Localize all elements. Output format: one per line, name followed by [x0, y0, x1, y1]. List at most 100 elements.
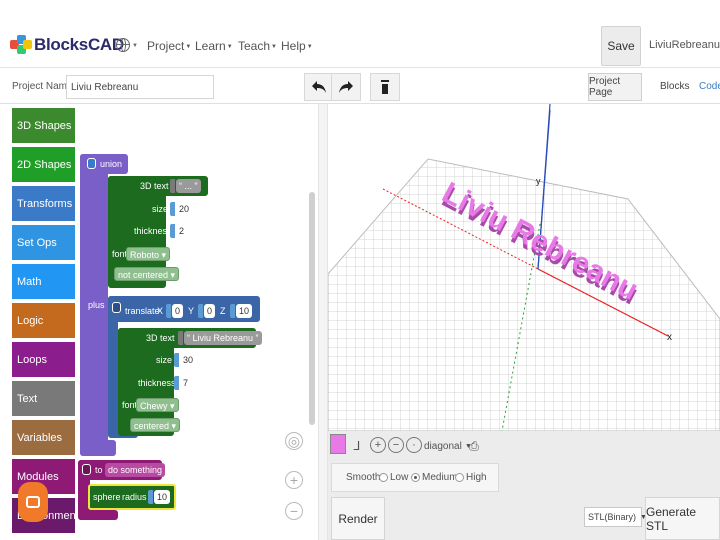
low-label: Low [390, 472, 409, 483]
format-select[interactable]: STL(Binary) ▼ [584, 507, 647, 527]
radio-low[interactable] [379, 473, 388, 482]
render-button[interactable]: Render [331, 497, 385, 540]
globe-icon[interactable] [116, 38, 130, 52]
undo-icon [312, 81, 326, 93]
mutator-icon[interactable] [112, 302, 121, 313]
screenshot-icon[interactable]: ⎙ [466, 435, 482, 457]
color-swatch[interactable] [330, 434, 346, 454]
category-variables[interactable]: Variables [12, 420, 75, 455]
redo-button[interactable] [331, 73, 361, 101]
view-dropdown[interactable]: diagonal ▼ [424, 435, 472, 457]
mutator-icon[interactable] [82, 464, 91, 475]
project-name-label: Project Name [12, 81, 73, 92]
zoom-in-icon[interactable]: + [370, 437, 386, 453]
category-math[interactable]: Math [12, 264, 75, 299]
category-loops[interactable]: Loops [12, 342, 75, 377]
size-label: size [156, 355, 173, 365]
project-page-button[interactable]: Project Page [588, 73, 642, 101]
font-label: font [112, 249, 128, 259]
zoom-out-icon[interactable]: − [285, 502, 303, 520]
text-input[interactable]: “ Liviu Rebreanu ” [184, 331, 262, 345]
nav-learn-label: Learn [195, 39, 226, 53]
number-socket [148, 490, 153, 504]
panel-divider[interactable] [318, 104, 328, 540]
radius-label: radius [122, 492, 147, 502]
module-to-label: to [95, 465, 103, 475]
module-block-footer [78, 510, 118, 520]
size-input[interactable]: 20 [176, 202, 193, 216]
module-name-input[interactable]: do something [105, 463, 166, 477]
viewer-canvas: Liviu Rebreanu Liviu Rebreanu x y [328, 104, 720, 431]
radius-input[interactable]: 10 [154, 490, 171, 504]
text-value: Liviu Rebreanu [192, 333, 254, 343]
thickness-input[interactable]: 7 [180, 376, 192, 390]
nav-help[interactable]: Help▼ [281, 39, 313, 53]
view-label: diagonal [424, 440, 462, 452]
number-socket [174, 353, 179, 367]
chat-icon[interactable] [18, 482, 48, 522]
thickness-input[interactable]: 2 [176, 224, 188, 238]
translate-label: translate [125, 306, 160, 316]
thickness-label: thickness [134, 226, 172, 236]
mutator-icon[interactable] [87, 158, 96, 169]
font-value: Roboto [130, 250, 160, 260]
font-dropdown[interactable]: Chewy ▾ [136, 398, 179, 412]
logo-cubes-icon [10, 35, 32, 55]
align-dropdown[interactable]: centered ▾ [130, 418, 181, 432]
tab-blocks[interactable]: Blocks [660, 81, 689, 92]
font-dropdown[interactable]: Roboto ▾ [126, 247, 171, 261]
radio-medium[interactable] [411, 473, 420, 482]
category-set-ops[interactable]: Set Ops [12, 225, 75, 260]
3d-viewer[interactable]: Liviu Rebreanu Liviu Rebreanu x y [328, 104, 720, 431]
tab-code[interactable]: Code [699, 81, 720, 92]
caret-down-icon: ▼ [132, 43, 138, 49]
medium-label: Medium [422, 472, 458, 483]
z-input[interactable]: 10 [236, 304, 253, 318]
align-dropdown[interactable]: not centered ▾ [114, 267, 180, 281]
smooth-label: Smooth [346, 472, 381, 483]
redo-icon [339, 81, 353, 93]
size-input[interactable]: 30 [180, 353, 197, 367]
nav-project[interactable]: Project▼ [147, 39, 191, 53]
number-socket [170, 224, 175, 238]
recenter-icon[interactable]: ◎ [285, 432, 303, 450]
text-input[interactable]: “ ... ” [176, 179, 201, 193]
project-name-input[interactable] [66, 75, 214, 99]
number-socket [166, 304, 171, 318]
delete-button[interactable] [370, 73, 400, 101]
align-value: centered [134, 421, 170, 431]
y-input[interactable]: 0 [204, 304, 216, 318]
category-2d-shapes[interactable]: 2D Shapes [12, 147, 75, 182]
category-3d-shapes[interactable]: 3D Shapes [12, 108, 75, 143]
nav-learn[interactable]: Learn▼ [195, 39, 233, 53]
user-menu[interactable]: LiviuRebreanu▼ [649, 39, 720, 51]
target-icon[interactable]: · [406, 437, 422, 453]
blockscad-logo[interactable]: BlocksCAD [10, 30, 124, 60]
axes-toggle-icon[interactable]: ⅃ [348, 435, 366, 457]
category-transforms[interactable]: Transforms [12, 186, 75, 221]
union-label: union [100, 159, 123, 169]
caret-down-icon: ▼ [271, 43, 277, 50]
zoom-out-icon[interactable]: − [388, 437, 404, 453]
caret-down-icon: ▼ [185, 43, 192, 50]
font-label: font [122, 400, 138, 410]
nav-teach[interactable]: Teach▼ [238, 39, 277, 53]
category-text[interactable]: Text [12, 381, 75, 416]
trash-icon [381, 80, 389, 94]
z-label: Z [220, 306, 226, 316]
generate-stl-button[interactable]: Generate STL [645, 497, 720, 540]
nav-project-label: Project [147, 39, 185, 53]
top-navbar: BlocksCAD ▼ Project▼ Learn▼ Teach▼ Help▼… [0, 0, 720, 68]
thickness-label: thickness [138, 378, 176, 388]
axis-x-label: x [667, 332, 672, 343]
undo-button[interactable] [304, 73, 334, 101]
ground-grid [328, 158, 720, 431]
logo-text: BlocksCAD [34, 35, 124, 54]
radio-high[interactable] [455, 473, 464, 482]
workspace-scrollbar[interactable] [309, 192, 315, 425]
zoom-in-icon[interactable]: + [285, 471, 303, 489]
x-input[interactable]: 0 [172, 304, 184, 318]
high-label: High [466, 472, 487, 483]
category-logic[interactable]: Logic [12, 303, 75, 338]
save-button[interactable]: Save [601, 26, 641, 66]
